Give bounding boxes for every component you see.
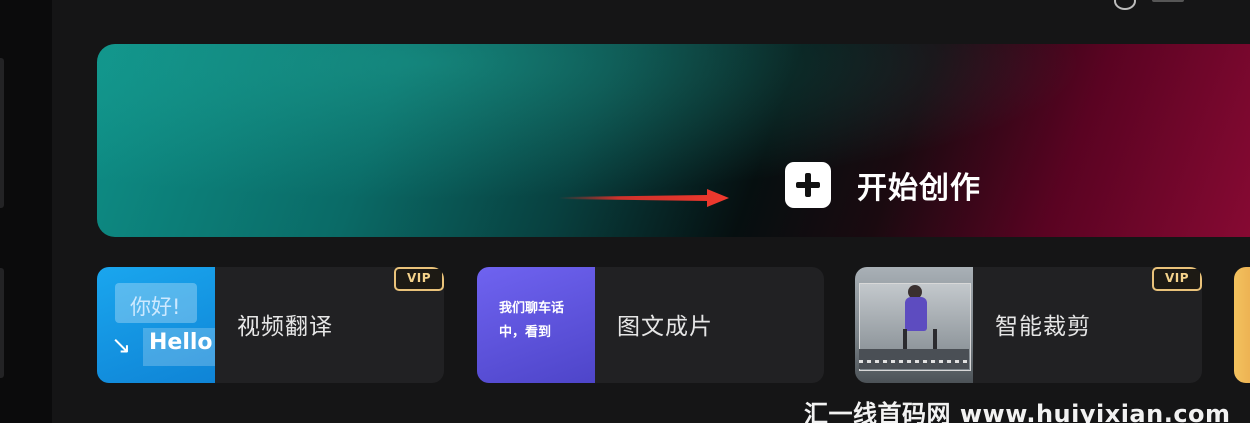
card-next-partial[interactable] <box>1234 267 1250 383</box>
card-title: 视频翻译 <box>237 314 333 340</box>
start-creation-banner[interactable]: 开始创作 <box>97 44 1250 237</box>
crop-guide-line <box>859 360 969 363</box>
card-smart-crop[interactable]: 智能裁剪 VIP <box>855 267 1202 383</box>
thumb-hello-cn: 你好! <box>130 295 181 319</box>
card-title: 智能裁剪 <box>995 314 1091 340</box>
card-video-translate[interactable]: 你好! ↘ Hello 视频翻译 VIP <box>97 267 444 383</box>
top-bar-label[interactable] <box>1152 0 1184 2</box>
thumb-person-legs <box>903 329 937 349</box>
start-creation-label: 开始创作 <box>857 171 981 206</box>
vip-badge: VIP <box>1152 267 1202 291</box>
translate-arrow-icon: ↘ <box>111 331 132 359</box>
user-icon[interactable] <box>1114 0 1136 10</box>
card-text-to-video[interactable]: 我们聊车话中，看到 图文成片 <box>477 267 824 383</box>
top-bar <box>52 0 1250 40</box>
plus-icon <box>785 162 831 208</box>
vip-badge: VIP <box>394 267 444 291</box>
sidebar-tab-indicator[interactable] <box>0 58 4 208</box>
thumb-hello-en: Hello <box>149 330 213 355</box>
thumb-caption: 我们聊车话中，看到 <box>499 301 565 340</box>
pointer-arrow-icon <box>559 189 729 207</box>
left-sidebar <box>0 0 52 423</box>
smart-crop-thumbnail <box>855 267 973 383</box>
sidebar-tab-indicator[interactable] <box>0 268 4 378</box>
watermark: 汇一线首码网 www.huiyixian.com <box>804 400 1231 423</box>
start-creation-button[interactable]: 开始创作 <box>785 161 981 209</box>
video-translate-thumbnail: 你好! ↘ Hello <box>97 267 215 383</box>
text-to-video-thumbnail: 我们聊车话中，看到 <box>477 267 595 383</box>
thumb-ground <box>859 349 969 369</box>
thumb-person <box>905 297 927 331</box>
app-window: 开始创作 你好! ↘ Hello 视频翻译 VIP 我们聊车话中，看到 图文成片… <box>0 0 1250 423</box>
card-title: 图文成片 <box>617 314 713 340</box>
